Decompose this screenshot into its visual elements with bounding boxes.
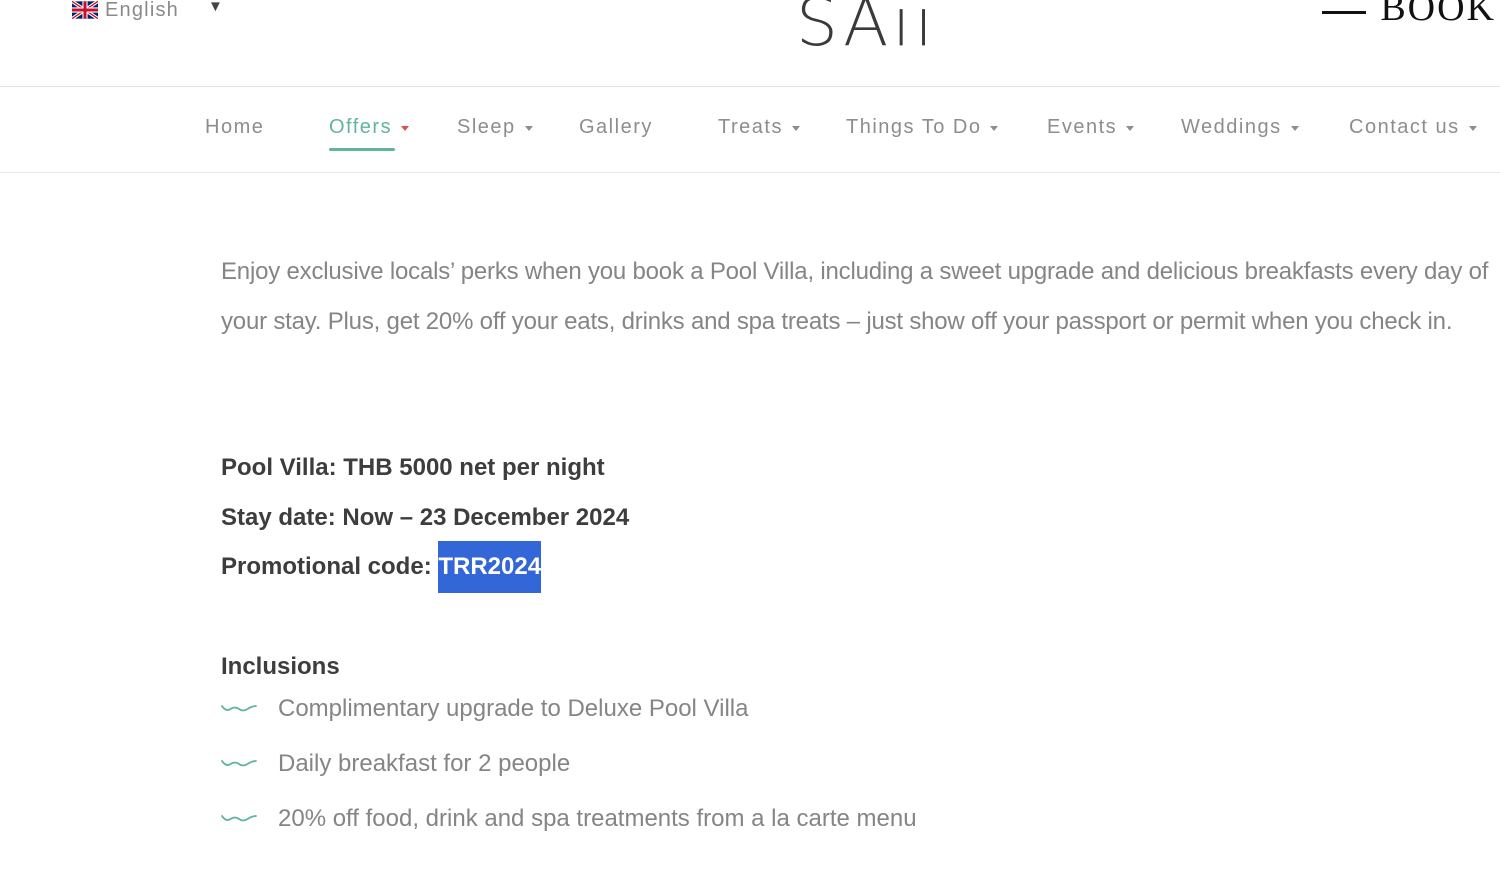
book-dash-icon xyxy=(1322,10,1367,14)
nav-item-events[interactable]: Events xyxy=(1047,116,1135,139)
list-item: Daily breakfast for 2 people xyxy=(221,750,570,778)
caret-down-icon xyxy=(990,125,999,131)
nav-label: Sleep xyxy=(457,116,516,138)
nav-label: Contact us xyxy=(1349,116,1460,138)
caret-down-icon xyxy=(1290,125,1299,131)
nav-label: Things To Do xyxy=(846,116,982,138)
inclusions-title: Inclusions xyxy=(221,653,340,680)
caret-down-icon xyxy=(524,125,533,131)
book-label: BOOK xyxy=(1380,0,1496,29)
nav-item-weddings[interactable]: Weddings xyxy=(1181,116,1299,139)
active-nav-underline xyxy=(329,148,395,151)
chevron-down-icon[interactable]: ▼ xyxy=(208,0,223,15)
nav-item-things-to-do[interactable]: Things To Do xyxy=(846,116,999,139)
site-logo[interactable]: SAii xyxy=(796,0,937,61)
promo-label: Promotional code: xyxy=(221,553,439,580)
nav-item-offers[interactable]: Offers xyxy=(329,116,410,139)
nav-label: Weddings xyxy=(1181,116,1282,138)
nav-item-contact-us[interactable]: Contact us xyxy=(1349,116,1477,139)
inclusion-text: 20% off food, drink and spa treatments f… xyxy=(278,805,917,832)
nav-item-gallery[interactable]: Gallery xyxy=(579,116,653,139)
stay-date: Stay date: Now – 23 December 2024 xyxy=(221,504,630,531)
caret-down-icon xyxy=(1126,125,1135,131)
nav-label: Events xyxy=(1047,116,1118,138)
offer-intro: Enjoy exclusive locals’ perks when you b… xyxy=(221,258,1489,335)
wave-bullet-icon xyxy=(221,705,257,712)
nav-label: Gallery xyxy=(579,116,653,138)
nav-item-sleep[interactable]: Sleep xyxy=(457,116,533,139)
promo-code[interactable]: TRR2024 xyxy=(438,541,542,593)
nav-item-home[interactable]: Home xyxy=(205,116,264,139)
caret-down-icon xyxy=(1468,125,1477,131)
promo-line: Promotional code: TRR2024 xyxy=(221,541,542,593)
nav-label: Treats xyxy=(718,116,783,138)
inclusion-text: Daily breakfast for 2 people xyxy=(278,750,571,777)
inclusion-text: Complimentary upgrade to Deluxe Pool Vil… xyxy=(278,695,749,722)
top-bar: English ▼ SAii BOOK xyxy=(0,0,1500,87)
nav-label: Offers xyxy=(329,116,393,138)
main-nav: Home Offers Sleep Gallery Treats Things … xyxy=(0,86,1500,173)
wave-bullet-icon xyxy=(221,815,257,822)
caret-down-icon xyxy=(791,125,800,131)
language-label: English xyxy=(105,0,179,21)
list-item: 20% off food, drink and spa treatments f… xyxy=(221,805,917,833)
language-selector[interactable]: English ▼ xyxy=(72,0,223,24)
uk-flag-icon xyxy=(72,1,98,19)
wave-bullet-icon xyxy=(221,760,257,767)
book-button[interactable]: BOOK xyxy=(1322,0,1496,30)
list-item: Complimentary upgrade to Deluxe Pool Vil… xyxy=(221,695,748,723)
pool-villa-price: Pool Villa: THB 5000 net per night xyxy=(221,454,605,481)
nav-item-treats[interactable]: Treats xyxy=(718,116,800,139)
caret-down-icon xyxy=(401,125,410,131)
nav-label: Home xyxy=(205,116,265,138)
